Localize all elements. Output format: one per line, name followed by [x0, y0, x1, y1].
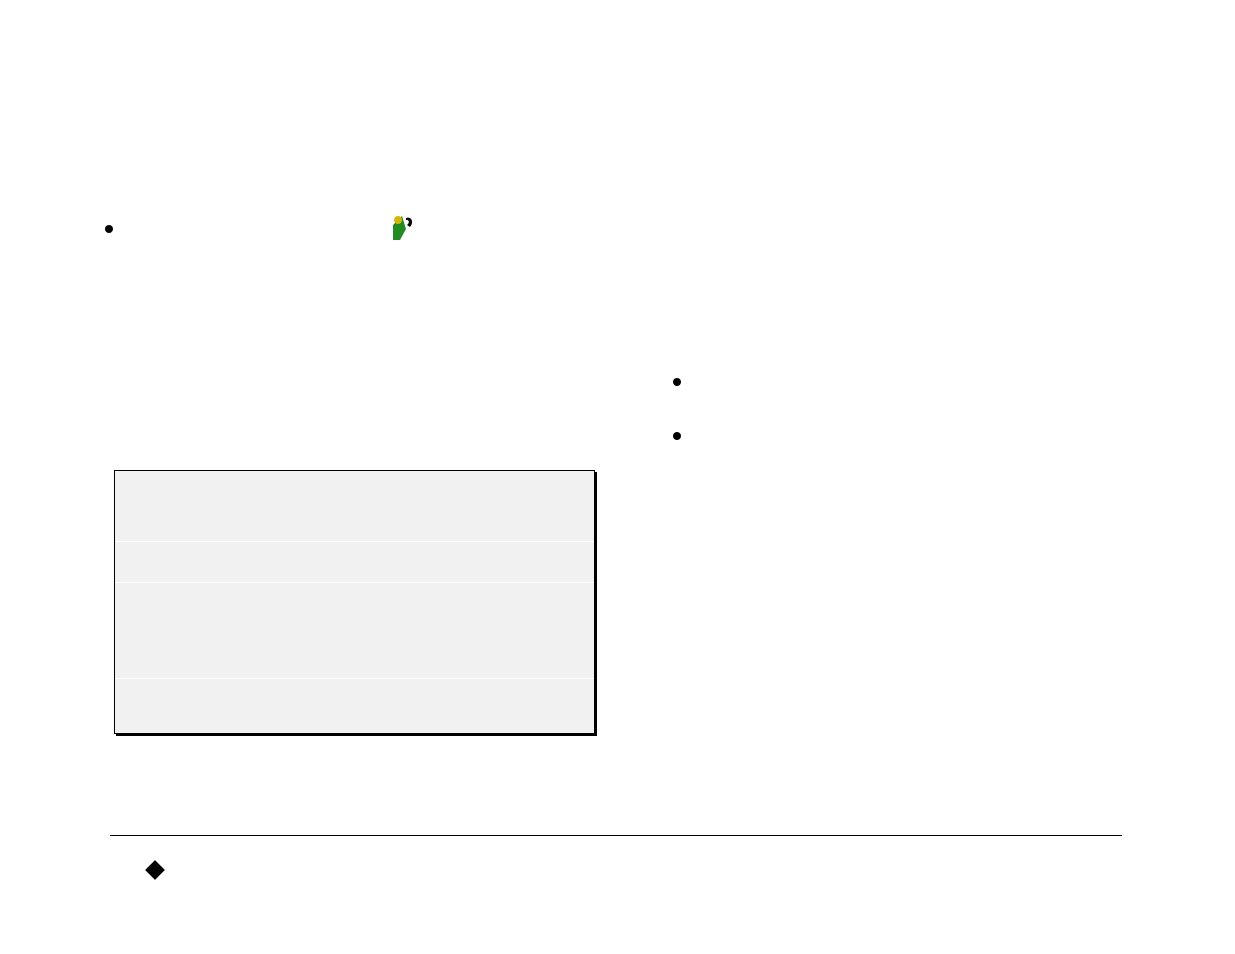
document-page	[0, 0, 1235, 954]
content-table	[114, 470, 595, 734]
table-row	[115, 583, 594, 679]
growth-icon	[392, 215, 420, 241]
table-row	[115, 542, 594, 583]
table-row	[115, 679, 594, 736]
table-row	[115, 471, 594, 542]
diamond-bullet-icon	[145, 860, 165, 880]
bullet-icon	[673, 378, 681, 386]
horizontal-rule	[110, 835, 1122, 836]
bullet-icon	[673, 432, 681, 440]
bullet-icon	[105, 225, 113, 233]
